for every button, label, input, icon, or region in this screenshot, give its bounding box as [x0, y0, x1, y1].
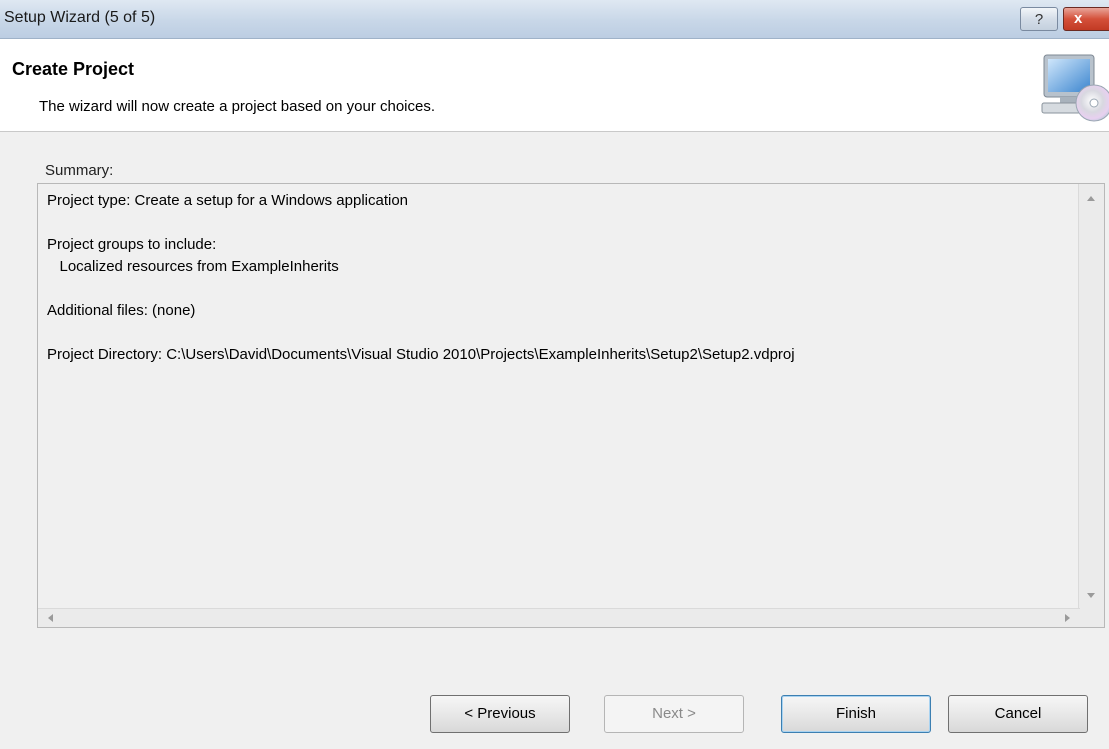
cancel-button[interactable]: Cancel: [948, 695, 1088, 733]
scrollbar-corner: [1079, 609, 1104, 627]
close-button[interactable]: x: [1063, 7, 1109, 31]
summary-textbox[interactable]: Project type: Create a setup for a Windo…: [37, 183, 1105, 628]
computer-setup-cd-icon: [1041, 54, 1109, 122]
window-title: Setup Wizard (5 of 5): [4, 9, 156, 26]
page-title: Create Project: [12, 59, 135, 79]
finish-button[interactable]: Finish: [781, 695, 931, 733]
page-subtitle: The wizard will now create a project bas…: [39, 98, 436, 115]
scroll-down-icon[interactable]: [1087, 593, 1095, 598]
wizard-header: Create Project The wizard will now creat…: [0, 39, 1109, 132]
horizontal-scrollbar[interactable]: [38, 608, 1080, 627]
scroll-left-icon[interactable]: [48, 614, 53, 622]
summary-label: Summary:: [45, 162, 114, 179]
scroll-right-icon[interactable]: [1065, 614, 1070, 622]
vertical-scrollbar[interactable]: [1078, 184, 1104, 610]
next-button: Next >: [604, 695, 744, 733]
previous-button[interactable]: < Previous: [430, 695, 570, 733]
help-button[interactable]: ?: [1020, 7, 1058, 31]
summary-text: Project type: Create a setup for a Windo…: [47, 192, 795, 363]
setup-wizard-window: Setup Wizard (5 of 5) ? x Create Project…: [0, 0, 1109, 749]
title-bar: Setup Wizard (5 of 5) ? x: [0, 0, 1109, 39]
scroll-up-icon[interactable]: [1087, 196, 1095, 201]
